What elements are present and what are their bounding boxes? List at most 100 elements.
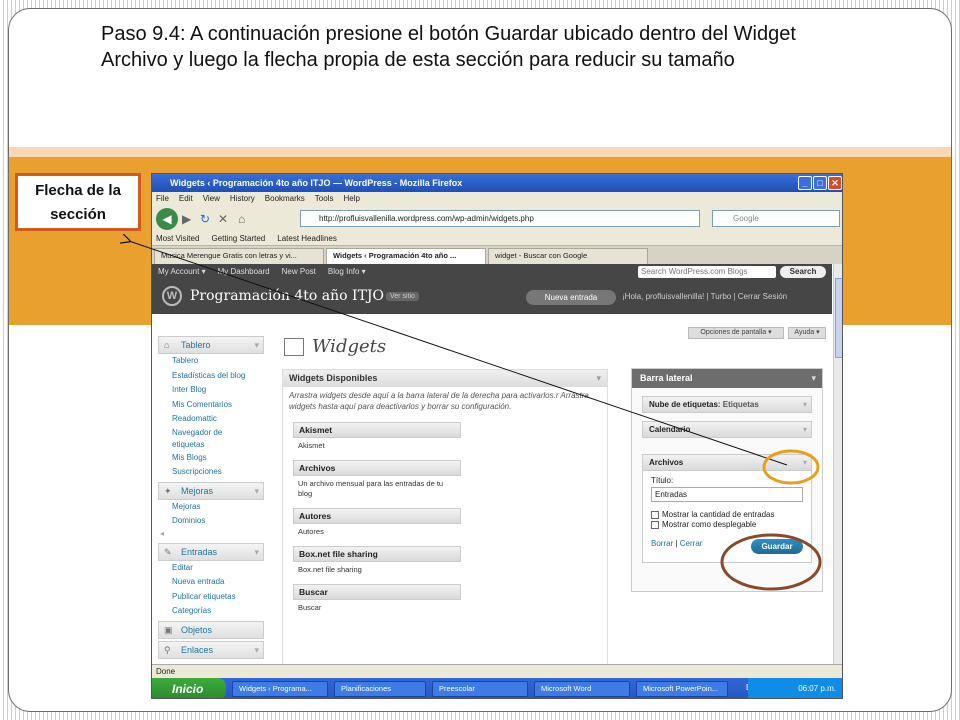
chevron-down-icon[interactable]: ▾ xyxy=(254,642,259,658)
menu-item[interactable]: Tablero xyxy=(158,354,264,369)
stop-icon[interactable]: ✕ xyxy=(218,212,228,226)
widget-autores[interactable]: Autores Autores xyxy=(293,508,461,540)
browser-search-input[interactable]: Google xyxy=(712,210,840,227)
chevron-down-icon[interactable]: ▾ xyxy=(596,370,601,387)
bookmark-latest-headlines[interactable]: Latest Headlines xyxy=(277,232,337,245)
menu-section-mejoras[interactable]: ✦ Mejoras ▾ xyxy=(158,481,264,500)
menu-section-tablero[interactable]: ⌂ Tablero ▾ xyxy=(158,336,264,354)
widget-description: Akismet xyxy=(298,441,325,450)
widget-title[interactable]: Archivos xyxy=(293,460,461,476)
taskbar-item-word[interactable]: Microsoft Word xyxy=(534,681,630,697)
view-site-button[interactable]: Ver sitio xyxy=(386,292,419,301)
wp-search-input[interactable]: Search WordPress.com Blogs xyxy=(638,266,776,278)
help-button[interactable]: Ayuda ▾ xyxy=(788,327,826,339)
menu-section-objetos[interactable]: ▣ Objetos xyxy=(158,620,264,639)
menu-item[interactable]: Mis Comentarios xyxy=(158,398,264,413)
available-widgets-header[interactable]: Widgets Disponibles ▾ xyxy=(283,370,607,387)
show-count-option[interactable]: Mostrar la cantidad de entradas xyxy=(651,510,803,519)
scrollbar-thumb[interactable] xyxy=(835,278,842,358)
menu-item[interactable]: Inter Blog xyxy=(158,383,264,398)
widget-description: Un archivo mensual para las entradas de … xyxy=(298,479,444,498)
back-arrow-icon[interactable]: ◀ xyxy=(156,208,178,230)
widget-title[interactable]: Box.net file sharing xyxy=(293,546,461,562)
chevron-down-icon[interactable]: ▾ xyxy=(254,544,259,560)
start-button[interactable]: Inicio xyxy=(152,678,226,698)
menu-history[interactable]: History xyxy=(230,192,255,206)
bookmark-getting-started[interactable]: Getting Started xyxy=(211,232,265,245)
wp-my-dashboard[interactable]: My Dashboard xyxy=(218,264,270,280)
widget-tag-cloud[interactable]: Nube de etiquetas: Etiquetas ▾ xyxy=(642,396,812,413)
home-icon[interactable]: ⌂ xyxy=(238,212,245,226)
menu-item[interactable]: Mejoras xyxy=(158,500,264,515)
chevron-down-icon[interactable]: ▾ xyxy=(803,397,807,412)
menu-bookmarks[interactable]: Bookmarks xyxy=(265,192,305,206)
widget-calendar[interactable]: Calendario ▾ xyxy=(642,421,812,438)
title-input[interactable]: Entradas xyxy=(651,487,803,502)
close-link[interactable]: Cerrar xyxy=(680,539,703,548)
show-dropdown-option[interactable]: Mostrar como desplegable xyxy=(651,520,803,529)
show-count-checkbox[interactable] xyxy=(651,510,659,519)
reload-icon[interactable]: ↻ xyxy=(200,212,210,226)
menu-help[interactable]: Help xyxy=(343,192,359,206)
collapse-menu-icon[interactable]: ◂ xyxy=(158,529,264,541)
wp-new-post[interactable]: New Post xyxy=(282,264,316,280)
tab-google[interactable]: widget - Buscar con Google xyxy=(488,248,648,264)
taskbar-item-powerpoint[interactable]: Microsoft PowerPoin... xyxy=(636,681,728,697)
menu-tools[interactable]: Tools xyxy=(315,192,334,206)
close-icon[interactable]: ✕ xyxy=(828,176,842,190)
chevron-down-icon[interactable]: ▾ xyxy=(254,337,259,353)
menu-file[interactable]: File xyxy=(156,192,169,206)
taskbar-item-planificaciones[interactable]: Planificaciones xyxy=(334,681,426,697)
widget-archivos[interactable]: Archivos Un archivo mensual para las ent… xyxy=(293,460,461,502)
menu-item[interactable]: Mis Blogs xyxy=(158,451,264,466)
chevron-down-icon[interactable]: ▾ xyxy=(811,369,816,388)
save-button[interactable]: Guardar xyxy=(751,539,803,554)
url-input[interactable]: http://profluisvallenilla.wordpress.com/… xyxy=(300,210,700,227)
menu-view[interactable]: View xyxy=(203,192,220,206)
show-dropdown-checkbox[interactable] xyxy=(651,520,659,529)
sidebar-panel-header[interactable]: Barra lateral ▾ xyxy=(632,369,822,388)
archives-widget-actions: Borrar | Cerrar Guardar xyxy=(651,539,803,557)
menu-item[interactable]: Suscripciones xyxy=(158,465,264,480)
taskbar-item-preescolar[interactable]: Preescolar xyxy=(432,681,528,697)
menu-section-entradas[interactable]: ✎ Entradas ▾ xyxy=(158,542,264,561)
chevron-down-icon[interactable]: ▾ xyxy=(254,483,259,499)
user-greeting: ¡Hola, profluisvallenilla! | Turbo | Cer… xyxy=(622,292,788,301)
menu-item[interactable]: Nueva entrada xyxy=(158,575,264,590)
menu-item[interactable]: Categorías xyxy=(158,604,264,619)
chevron-down-icon[interactable]: ▾ xyxy=(803,422,807,437)
widget-akismet[interactable]: Akismet Akismet xyxy=(293,422,461,454)
wp-my-account[interactable]: My Account ▾ xyxy=(158,264,206,280)
menu-edit[interactable]: Edit xyxy=(179,192,193,206)
widget-buscar[interactable]: Buscar Buscar xyxy=(293,584,461,616)
bookmark-most-visited[interactable]: Most Visited xyxy=(156,232,199,245)
page-scrollbar[interactable] xyxy=(833,264,842,664)
widget-archives[interactable]: Archivos ▾ xyxy=(642,454,812,471)
menu-item[interactable]: Readomattic xyxy=(158,412,264,427)
slide-card: Paso 9.4: A continuación presione el bot… xyxy=(8,8,952,712)
menu-section-enlaces[interactable]: ⚲ Enlaces ▾ xyxy=(158,640,264,659)
tab-widgets[interactable]: Widgets ‹ Programación 4to año ... xyxy=(326,248,486,264)
wp-search-button[interactable]: Search xyxy=(780,266,826,278)
menu-item[interactable]: Editar xyxy=(158,561,264,576)
menu-item[interactable]: Publicar etiquetas xyxy=(158,590,264,605)
widget-title[interactable]: Autores xyxy=(293,508,461,524)
menu-item[interactable]: Dominios xyxy=(158,514,264,529)
maximize-icon[interactable]: □ xyxy=(813,176,827,190)
forward-arrow-icon[interactable]: ▶ xyxy=(182,212,191,226)
new-entry-button[interactable]: Nueva entrada xyxy=(526,290,616,305)
menu-section-label: Tablero xyxy=(181,340,211,350)
section-collapse-arrow-icon[interactable]: ▾ xyxy=(803,455,807,470)
delete-link[interactable]: Borrar xyxy=(651,539,673,548)
menu-item[interactable]: Navegador de etiquetas xyxy=(158,427,248,451)
widget-title[interactable]: Buscar xyxy=(293,584,461,600)
widget-title[interactable]: Akismet xyxy=(293,422,461,438)
minimize-icon[interactable]: _ xyxy=(798,176,812,190)
widget-box-net[interactable]: Box.net file sharing Box.net file sharin… xyxy=(293,546,461,578)
taskbar-item-widgets[interactable]: Widgets ‹ Programa... xyxy=(232,681,328,697)
menu-item[interactable]: Estadísticas del blog xyxy=(158,369,264,384)
blog-title[interactable]: Programación 4to año ITJO xyxy=(190,288,384,304)
screen-options-button[interactable]: Opciones de pantalla ▾ xyxy=(688,327,784,339)
tab-musica[interactable]: Musica Merengue Gratis con letras y vi..… xyxy=(154,248,324,264)
wp-blog-info[interactable]: Blog Info ▾ xyxy=(328,264,366,280)
